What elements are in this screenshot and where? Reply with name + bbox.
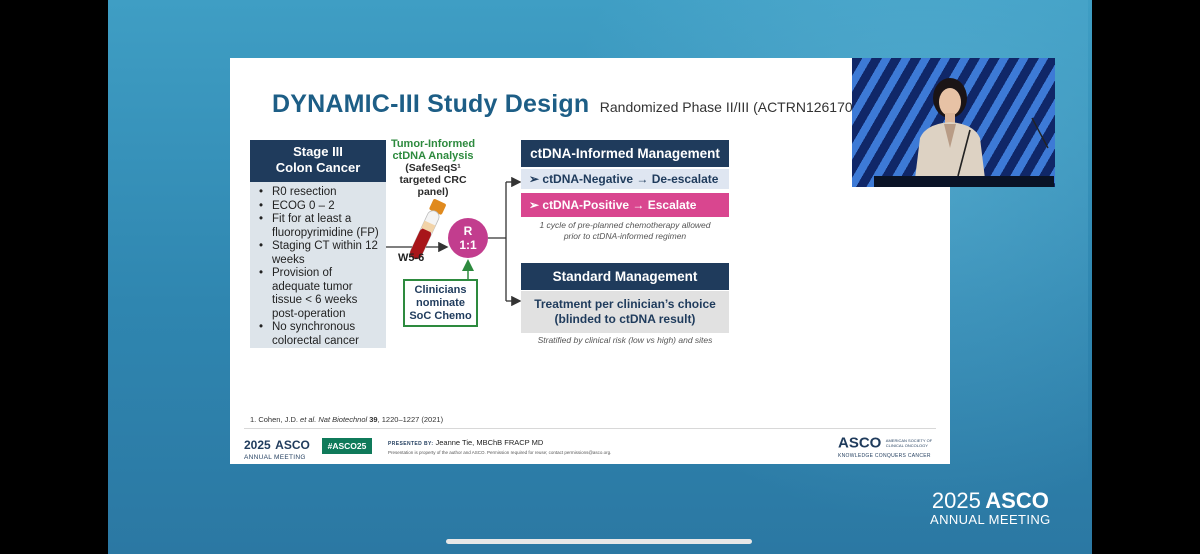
- presenter-name: Jeanne Tie, MBChB FRACP MD: [435, 438, 544, 447]
- title-main: DYNAMIC-III Study Design: [272, 90, 590, 118]
- stage-heading-line2: Colon Cancer: [275, 160, 361, 175]
- video-stage: DYNAMIC-III Study Design Randomized Phas…: [108, 0, 1092, 554]
- ref-journal: Nat Biotechnol: [316, 415, 370, 424]
- ctdna-note-line1: 1 cycle of pre-planned chemotherapy allo…: [539, 220, 711, 230]
- tumor-line1: Tumor-Informed: [390, 138, 476, 150]
- ctdna-arm-note: 1 cycle of pre-planned chemotherapy allo…: [522, 220, 728, 242]
- reference-citation: 1. Cohen, J.D. et al. Nat Biotechnol 39,…: [250, 415, 443, 424]
- randomization-r: R: [463, 224, 473, 238]
- asco-org-name: AMERICAN SOCIETY OF CLINICAL ONCOLOGY: [885, 437, 933, 448]
- clinicians-box: Clinicians nominate SoC Chemo: [403, 279, 478, 327]
- ref-authors: 1. Cohen, J.D.: [250, 415, 301, 424]
- clin-line3: SoC Chemo: [409, 310, 472, 322]
- speaker-video: [852, 58, 1055, 187]
- speaker-icon: [914, 78, 1049, 187]
- eligibility-criteria: R0 resection ECOG 0 – 2 Fit for at least…: [250, 182, 386, 348]
- criterion: Fit for at least a fluoropyrimidine (FP): [256, 213, 382, 240]
- criterion: Staging CT within 12 weeks: [256, 240, 382, 267]
- footer-asco: ASCO: [275, 438, 310, 452]
- stratification-note: Stratified by clinical risk (low vs high…: [537, 335, 713, 345]
- presentation-slide: DYNAMIC-III Study Design Randomized Phas…: [230, 58, 950, 464]
- hashtag-badge: #ASCO25: [322, 438, 372, 454]
- presented-by-label: PRESENTED BY:: [388, 441, 434, 447]
- right-letterbox: [1092, 0, 1200, 554]
- bottom-year: 2025: [931, 488, 981, 513]
- criterion: Provision of adequate tumor tissue < 6 w…: [256, 267, 382, 321]
- presented-by: PRESENTED BY: Jeanne Tie, MBChB FRACP MD: [388, 438, 543, 447]
- standard-body-line1: Treatment per clinician’s choice: [534, 297, 716, 311]
- criterion: R0 resection: [256, 186, 382, 200]
- home-indicator[interactable]: [446, 539, 752, 544]
- criterion: No synchronous colorectal cancer: [256, 321, 382, 348]
- ref-etal: et al.: [300, 415, 317, 424]
- tumor-informed-label: Tumor-Informed ctDNA Analysis (SafeSeqS¹…: [390, 138, 476, 198]
- ctdna-negative-row: ➢ ctDNA-Negative → De-escalate: [521, 169, 729, 189]
- ref-pages: , 1220–1227 (2021): [377, 415, 444, 424]
- asco-right-wordmark: ASCO: [838, 434, 882, 452]
- criterion: ECOG 0 – 2: [256, 200, 382, 214]
- asco-society-logo: ASCO AMERICAN SOCIETY OF CLINICAL ONCOLO…: [838, 434, 942, 459]
- clin-line2: nominate: [416, 297, 465, 309]
- ctdna-positive-row: ➢ ctDNA-Positive → Escalate: [521, 193, 729, 217]
- asco-meeting-logo: 2025 ASCO ANNUAL MEETING: [244, 436, 310, 461]
- stage-iii-box: Stage III Colon Cancer R0 resection ECOG…: [250, 140, 386, 348]
- left-letterbox: [0, 0, 108, 554]
- tumor-line3: (SafeSeqS¹: [405, 162, 461, 174]
- ctdna-arm-heading: ctDNA-Informed Management: [521, 140, 729, 167]
- bottom-asco: ASCO: [985, 488, 1049, 513]
- randomization-ratio: 1:1: [459, 238, 477, 252]
- stage-heading-line1: Stage III: [293, 144, 343, 159]
- footer-annual-meeting: ANNUAL MEETING: [244, 454, 306, 461]
- footer-year: 2025: [244, 438, 271, 452]
- randomization-circle: R 1:1: [448, 218, 488, 258]
- timepoint-label: W5-6: [398, 252, 425, 264]
- standard-arm-heading: Standard Management: [521, 263, 729, 290]
- asco-annual-meeting-logo: 2025 ASCO ANNUAL MEETING: [930, 488, 1051, 527]
- footer-disclaimer: Presentation is property of the author a…: [388, 450, 612, 455]
- tumor-line2: ctDNA Analysis: [392, 150, 474, 162]
- stage-box-heading: Stage III Colon Cancer: [250, 140, 386, 182]
- asco-tagline: KNOWLEDGE CONQUERS CANCER: [838, 453, 931, 459]
- podium: [874, 176, 1054, 187]
- clin-line1: Clinicians: [414, 284, 467, 296]
- footer-divider: [244, 428, 936, 429]
- slide-title: DYNAMIC-III Study Design Randomized Phas…: [272, 90, 920, 119]
- ref-volume: 39: [369, 415, 378, 424]
- ctdna-note-line2: prior to ctDNA-informed regimen: [563, 231, 687, 241]
- bottom-annual-meeting: ANNUAL MEETING: [930, 512, 1051, 527]
- standard-body-line2: (blinded to ctDNA result): [554, 312, 696, 326]
- standard-arm-body: Treatment per clinician’s choice (blinde…: [521, 291, 729, 333]
